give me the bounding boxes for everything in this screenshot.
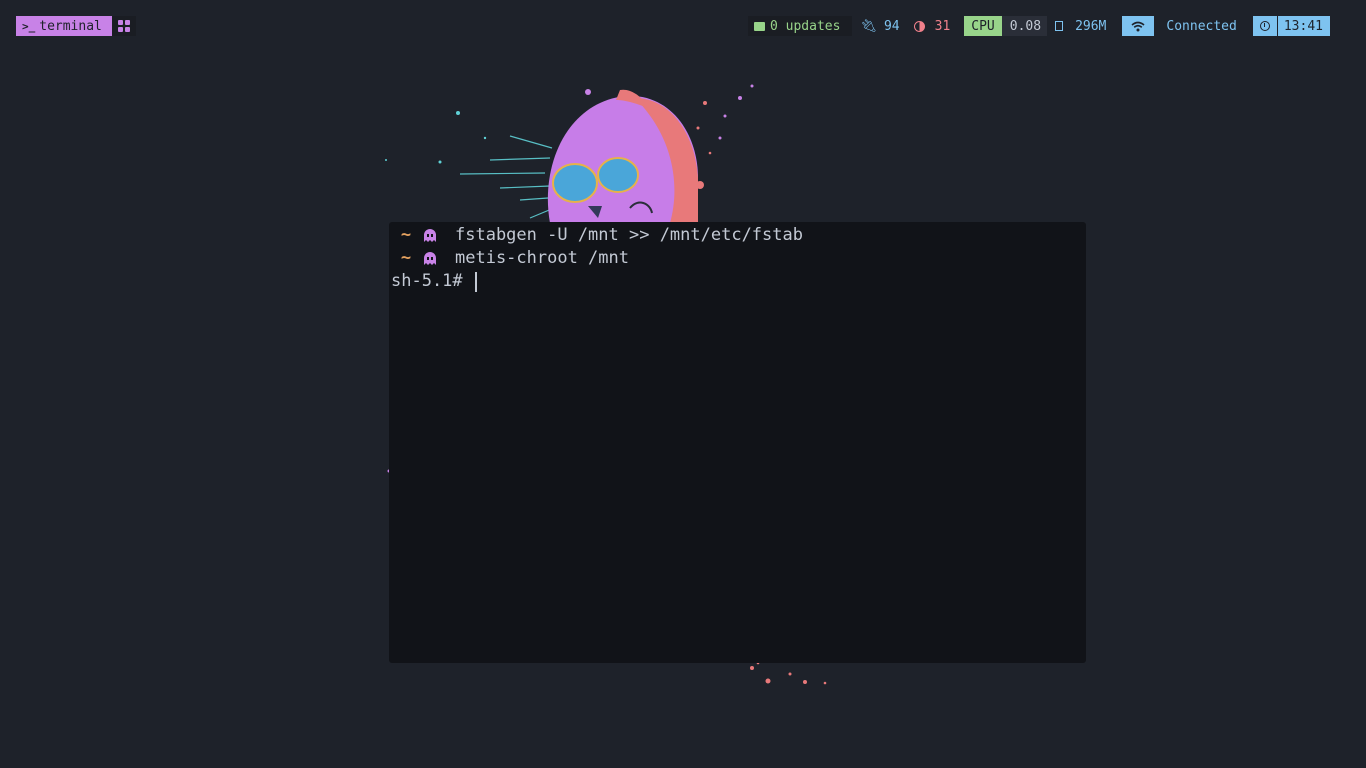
terminal-line: ~ metis-chroot /mnt [389, 247, 629, 270]
memory-value: 296M [1075, 18, 1107, 34]
memory-chip-icon [1055, 21, 1064, 31]
folder-icon [754, 21, 765, 31]
grid-layout-icon [117, 20, 130, 32]
status-bar: 0 updates 🔌︎ 94 31 CPU 0.08 296M Connect… [748, 16, 1330, 36]
terminal-window[interactable]: ~ fstabgen -U /mnt >> /mnt/etc/fstab ~ m… [389, 222, 1086, 663]
plug-icon: 🔌︎ [860, 18, 877, 34]
terminal-prompt-icon: >_ [22, 19, 36, 33]
text-cursor [474, 271, 477, 292]
brightness-widget[interactable]: 31 [906, 16, 965, 36]
desktop: >_ terminal 0 updates 🔌︎ 94 31 CPU 0.08 … [0, 0, 1366, 768]
command-text: metis-chroot /mnt [455, 248, 629, 268]
prompt-tilde: ~ [400, 225, 412, 245]
command-text: fstabgen -U /mnt >> /mnt/etc/fstab [455, 225, 803, 245]
clock-icon [1252, 16, 1277, 36]
brightness-value: 31 [934, 18, 951, 34]
workspace-bar: >_ terminal [16, 16, 136, 36]
updates-label: 0 updates [770, 18, 841, 34]
shell-input-line[interactable]: sh-5.1# [389, 270, 477, 293]
cpu-label[interactable]: CPU [964, 16, 1002, 36]
workspace-terminal-tab[interactable]: >_ terminal [16, 16, 112, 36]
power-value: 94 [883, 18, 900, 34]
cpu-value: 0.08 [1001, 16, 1048, 36]
prompt-tilde: ~ [400, 248, 412, 268]
ghost-icon [424, 228, 436, 242]
workspace-label: terminal [39, 18, 102, 34]
shell-prompt: sh-5.1# [391, 271, 463, 291]
memory-widget[interactable]: 296M [1047, 16, 1122, 36]
updates-widget[interactable]: 0 updates [748, 16, 853, 36]
terminal-line: ~ fstabgen -U /mnt >> /mnt/etc/fstab [389, 224, 803, 247]
layout-switcher-button[interactable] [111, 16, 136, 36]
ghost-icon [424, 251, 436, 265]
clock-time[interactable]: 13:41 [1276, 16, 1330, 36]
power-widget[interactable]: 🔌︎ 94 [852, 16, 905, 36]
network-status[interactable]: Connected [1154, 16, 1252, 36]
brightness-icon [913, 20, 925, 32]
wifi-icon[interactable] [1122, 16, 1155, 36]
